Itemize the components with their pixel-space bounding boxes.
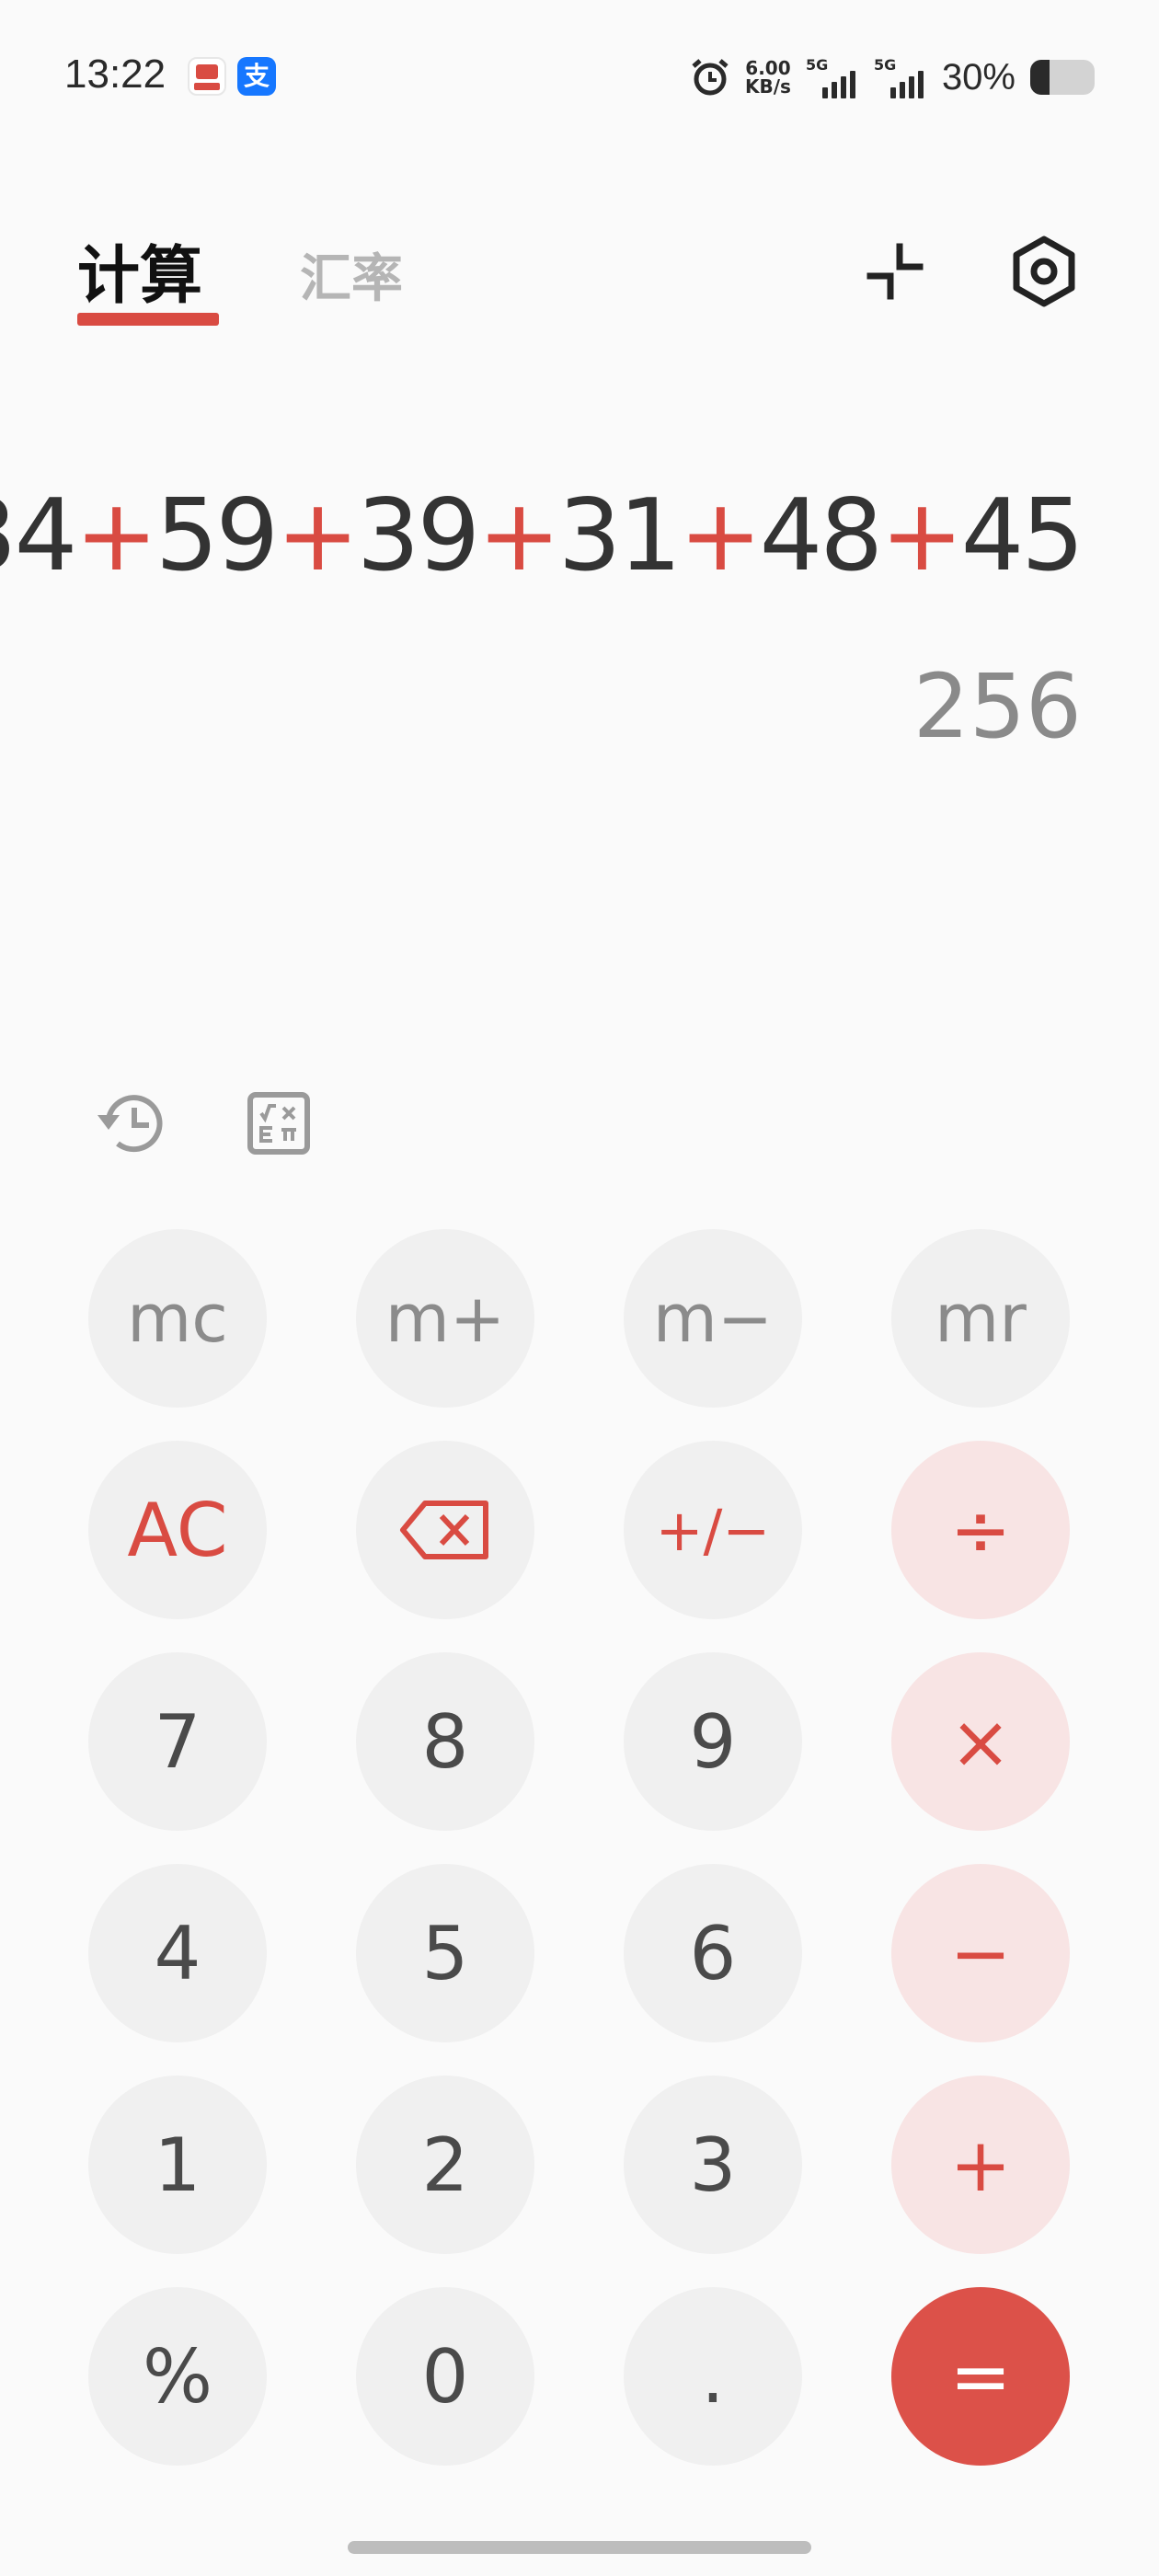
network-speed-unit: KB/s (744, 75, 791, 98)
signal-icon-sim2: 5G (874, 56, 927, 98)
decimal-point-button[interactable]: . (624, 2287, 802, 2466)
expression-operand: 48 (759, 478, 883, 593)
expression-operator: + (679, 478, 762, 593)
network-speed: 6.00 KB/s (745, 59, 791, 96)
battery-icon (1030, 60, 1095, 95)
home-indicator[interactable] (348, 2541, 811, 2554)
backspace-icon (400, 1501, 488, 1559)
add-button[interactable]: + (891, 2076, 1070, 2254)
digit-9-button[interactable]: 9 (624, 1652, 802, 1831)
memory-subtract-button[interactable]: m− (624, 1229, 802, 1408)
expression-operand: 31 (557, 478, 682, 593)
expression-operand: 34 (0, 478, 77, 593)
status-bar: 13:22 支 6.00 KB/s 5G 5G 30% (0, 0, 1159, 156)
digit-2-button[interactable]: 2 (356, 2076, 534, 2254)
percent-button[interactable]: % (88, 2287, 267, 2466)
alarm-icon (692, 59, 729, 96)
expression-operator: + (880, 478, 963, 593)
sim1-network-type: 5G (805, 56, 829, 74)
digit-4-button[interactable]: 4 (88, 1864, 267, 2042)
collapse-icon[interactable] (854, 230, 936, 313)
equals-button[interactable]: = (891, 2287, 1070, 2466)
alipay-icon: 支 (237, 57, 276, 96)
status-right-group: 6.00 KB/s 5G 5G 30% (690, 50, 1095, 105)
expression-operand: 39 (356, 478, 480, 593)
digit-1-button[interactable]: 1 (88, 2076, 267, 2254)
tab-exchange-rate[interactable]: 汇率 (300, 237, 403, 312)
digit-7-button[interactable]: 7 (88, 1652, 267, 1831)
digit-6-button[interactable]: 6 (624, 1864, 802, 2042)
history-icon[interactable] (90, 1082, 173, 1165)
result-display: 256 (912, 655, 1082, 758)
network-speed-value: 6.00 (745, 57, 791, 79)
expression-operator: + (276, 478, 359, 593)
expression-display: 34+59+39+31+48+45 (0, 478, 1084, 593)
expression-operand: 45 (960, 478, 1084, 593)
expression-operator: + (477, 478, 560, 593)
settings-icon[interactable] (1003, 230, 1085, 313)
digit-0-button[interactable]: 0 (356, 2287, 534, 2466)
battery-percent: 30% (941, 56, 1016, 98)
backspace-button[interactable] (356, 1441, 534, 1619)
expression-operator: + (75, 478, 157, 593)
tab-calculator[interactable]: 计算 (77, 224, 202, 316)
all-clear-button[interactable]: AC (88, 1441, 267, 1619)
multiply-button[interactable]: × (891, 1652, 1070, 1831)
expression-operand: 59 (155, 478, 279, 593)
divide-button[interactable]: ÷ (891, 1441, 1070, 1619)
signal-icon-sim1: 5G (806, 56, 859, 98)
status-time: 13:22 (64, 52, 166, 97)
sim2-network-type: 5G (873, 56, 897, 74)
sign-toggle-button[interactable]: +/− (624, 1441, 802, 1619)
mail-app-icon (188, 57, 226, 96)
digit-5-button[interactable]: 5 (356, 1864, 534, 2042)
memory-clear-button[interactable]: mc (88, 1229, 267, 1408)
memory-add-button[interactable]: m+ (356, 1229, 534, 1408)
memory-recall-button[interactable]: mr (891, 1229, 1070, 1408)
subtract-button[interactable]: − (891, 1864, 1070, 2042)
digit-8-button[interactable]: 8 (356, 1652, 534, 1831)
active-tab-indicator (77, 313, 219, 326)
digit-3-button[interactable]: 3 (624, 2076, 802, 2254)
scientific-mode-icon[interactable] (237, 1082, 320, 1165)
